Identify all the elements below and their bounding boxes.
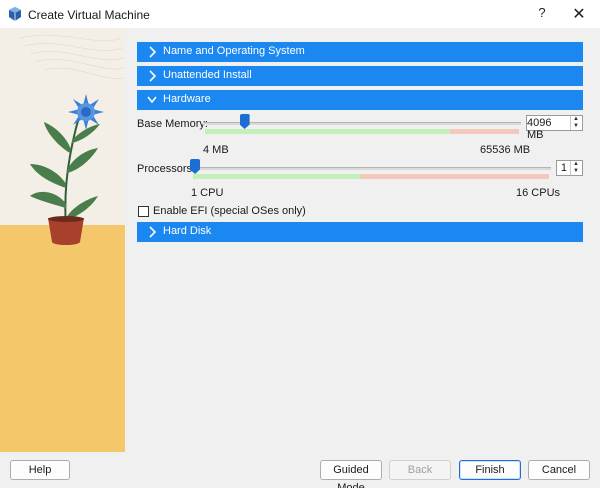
back-button[interactable]: Back <box>389 460 451 480</box>
processors-label: Processors: <box>137 163 196 175</box>
cpu-min-label: 1 CPU <box>191 187 224 199</box>
memory-max-label: 65536 MB <box>480 144 531 156</box>
efi-checkbox[interactable] <box>138 206 149 217</box>
spin-down-icon[interactable]: ▼ <box>573 168 579 175</box>
section-label: Hard Disk <box>163 225 212 237</box>
section-name-os[interactable]: Name and Operating System <box>137 42 583 62</box>
cpu-slider-track[interactable] <box>191 167 551 170</box>
cpu-spin-arrows[interactable]: ▲ ▼ <box>570 161 582 175</box>
flower-illustration <box>0 28 125 452</box>
chevron-right-icon <box>149 70 157 82</box>
efi-label[interactable]: Enable EFI (special OSes only) <box>153 205 306 217</box>
close-icon[interactable]: ✕ <box>570 4 588 24</box>
wizard-illustration <box>0 28 125 452</box>
window-title: Create Virtual Machine <box>28 8 150 22</box>
memory-slider-scale <box>205 129 519 134</box>
spin-up-icon[interactable]: ▲ <box>573 161 579 168</box>
wizard-content: Name and Operating System Unattended Ins… <box>125 28 600 452</box>
chevron-right-icon <box>149 46 157 58</box>
title-bar: Create Virtual Machine ? ✕ <box>0 0 600 28</box>
memory-value: 4096 MB <box>527 117 552 141</box>
section-unattended[interactable]: Unattended Install <box>137 66 583 86</box>
cpu-max-label: 16 CPUs <box>516 187 561 199</box>
cpu-value: 1 <box>560 162 567 174</box>
cpu-spinbox[interactable]: 1 ▲ ▼ <box>556 160 583 176</box>
chevron-down-icon <box>147 96 157 104</box>
chevron-right-icon <box>149 226 157 238</box>
cancel-button[interactable]: Cancel <box>528 460 590 480</box>
help-icon[interactable]: ? <box>535 5 549 20</box>
help-button[interactable]: Help <box>10 460 70 480</box>
guided-mode-button[interactable]: Guided Mode <box>320 460 382 488</box>
finish-button[interactable]: Finish <box>459 460 521 480</box>
section-hard-disk[interactable]: Hard Disk <box>137 222 583 242</box>
base-memory-label: Base Memory: <box>137 118 208 130</box>
cpu-slider-scale <box>193 174 549 179</box>
section-label: Hardware <box>163 93 211 105</box>
memory-slider-track[interactable] <box>203 122 521 125</box>
section-hardware[interactable]: Hardware <box>137 90 583 110</box>
section-label: Unattended Install <box>163 69 252 81</box>
virtualbox-icon <box>9 7 21 21</box>
memory-slider-thumb[interactable] <box>239 114 250 129</box>
memory-min-label: 4 MB <box>203 144 229 156</box>
spin-up-icon[interactable]: ▲ <box>573 116 579 123</box>
spin-down-icon[interactable]: ▼ <box>573 123 579 130</box>
button-bar: Help Guided Mode Back Finish Cancel <box>0 452 600 488</box>
section-label: Name and Operating System <box>163 45 305 57</box>
memory-spin-arrows[interactable]: ▲ ▼ <box>570 116 582 130</box>
memory-spinbox[interactable]: 4096 MB ▲ ▼ <box>526 115 583 141</box>
